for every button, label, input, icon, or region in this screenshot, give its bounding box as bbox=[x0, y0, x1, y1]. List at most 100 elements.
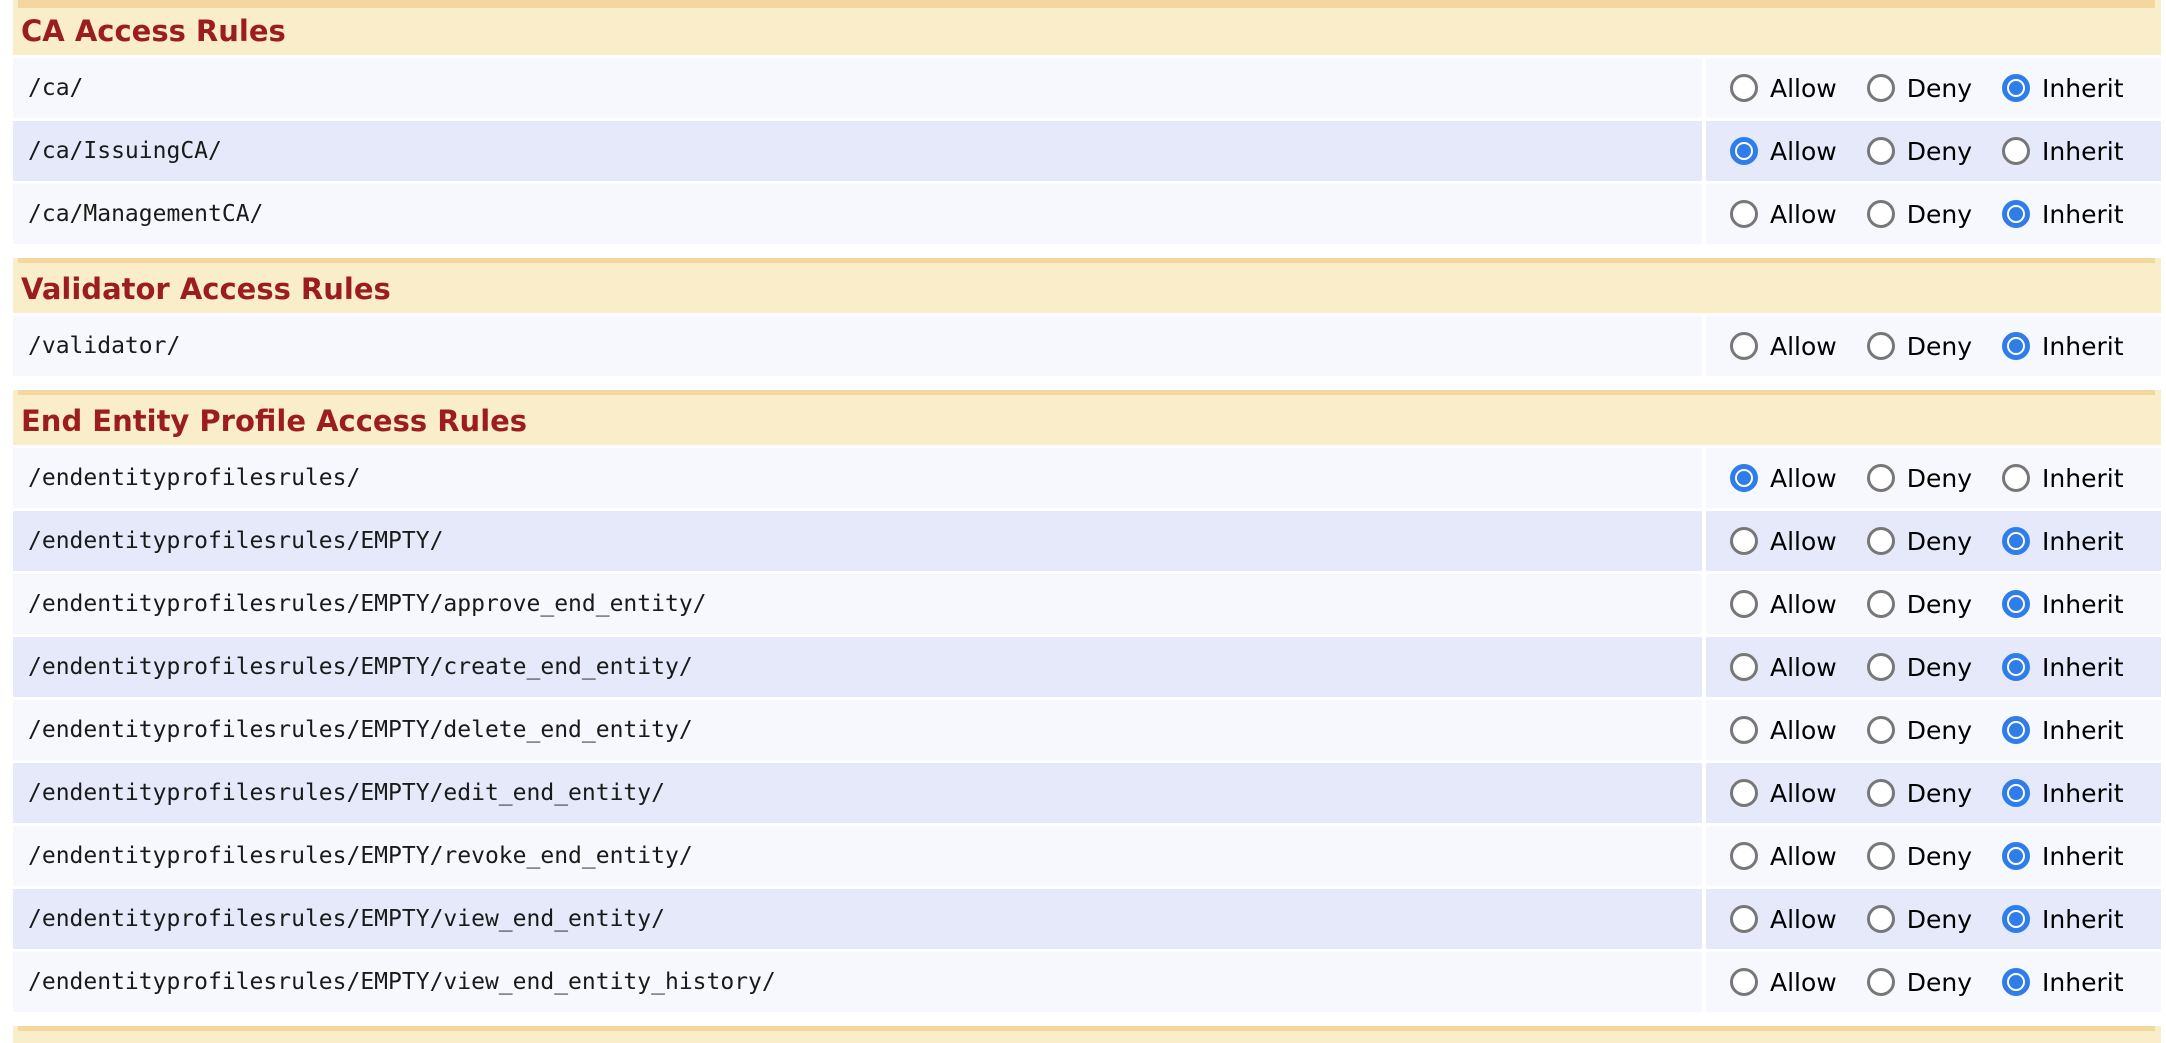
radio-button-inherit[interactable] bbox=[2002, 653, 2030, 681]
inherit-label[interactable]: Inherit bbox=[2042, 137, 2123, 166]
deny-label[interactable]: Deny bbox=[1907, 716, 1972, 745]
radio-button-inherit[interactable] bbox=[2002, 842, 2030, 870]
inherit-option[interactable]: Inherit bbox=[2002, 905, 2123, 934]
deny-label[interactable]: Deny bbox=[1907, 74, 1972, 103]
radio-button-inherit[interactable] bbox=[2002, 74, 2030, 102]
allow-label[interactable]: Allow bbox=[1770, 332, 1837, 361]
inherit-label[interactable]: Inherit bbox=[2042, 842, 2123, 871]
radio-button-inherit[interactable] bbox=[2002, 968, 2030, 996]
radio-button-deny[interactable] bbox=[1867, 464, 1895, 492]
allow-option[interactable]: Allow bbox=[1730, 653, 1837, 682]
radio-button-allow[interactable] bbox=[1730, 74, 1758, 102]
deny-option[interactable]: Deny bbox=[1867, 464, 1972, 493]
inherit-option[interactable]: Inherit bbox=[2002, 527, 2123, 556]
radio-button-deny[interactable] bbox=[1867, 74, 1895, 102]
radio-button-allow[interactable] bbox=[1730, 527, 1758, 555]
radio-button-allow[interactable] bbox=[1730, 905, 1758, 933]
inherit-option[interactable]: Inherit bbox=[2002, 653, 2123, 682]
inherit-label[interactable]: Inherit bbox=[2042, 968, 2123, 997]
allow-option[interactable]: Allow bbox=[1730, 779, 1837, 808]
radio-button-inherit[interactable] bbox=[2002, 332, 2030, 360]
deny-option[interactable]: Deny bbox=[1867, 905, 1972, 934]
deny-option[interactable]: Deny bbox=[1867, 968, 1972, 997]
radio-button-deny[interactable] bbox=[1867, 968, 1895, 996]
inherit-label[interactable]: Inherit bbox=[2042, 779, 2123, 808]
deny-label[interactable]: Deny bbox=[1907, 653, 1972, 682]
radio-button-inherit[interactable] bbox=[2002, 905, 2030, 933]
deny-option[interactable]: Deny bbox=[1867, 779, 1972, 808]
deny-label[interactable]: Deny bbox=[1907, 968, 1972, 997]
allow-label[interactable]: Allow bbox=[1770, 716, 1837, 745]
allow-label[interactable]: Allow bbox=[1770, 464, 1837, 493]
allow-label[interactable]: Allow bbox=[1770, 527, 1837, 556]
allow-option[interactable]: Allow bbox=[1730, 464, 1837, 493]
radio-button-allow[interactable] bbox=[1730, 137, 1758, 165]
inherit-option[interactable]: Inherit bbox=[2002, 590, 2123, 619]
inherit-option[interactable]: Inherit bbox=[2002, 332, 2123, 361]
radio-button-inherit[interactable] bbox=[2002, 527, 2030, 555]
allow-label[interactable]: Allow bbox=[1770, 200, 1837, 229]
allow-label[interactable]: Allow bbox=[1770, 842, 1837, 871]
allow-option[interactable]: Allow bbox=[1730, 716, 1837, 745]
deny-option[interactable]: Deny bbox=[1867, 527, 1972, 556]
radio-button-deny[interactable] bbox=[1867, 716, 1895, 744]
radio-button-inherit[interactable] bbox=[2002, 464, 2030, 492]
inherit-option[interactable]: Inherit bbox=[2002, 842, 2123, 871]
radio-button-allow[interactable] bbox=[1730, 200, 1758, 228]
inherit-label[interactable]: Inherit bbox=[2042, 464, 2123, 493]
allow-label[interactable]: Allow bbox=[1770, 905, 1837, 934]
allow-option[interactable]: Allow bbox=[1730, 590, 1837, 619]
radio-button-deny[interactable] bbox=[1867, 905, 1895, 933]
radio-button-inherit[interactable] bbox=[2002, 590, 2030, 618]
radio-button-allow[interactable] bbox=[1730, 332, 1758, 360]
deny-label[interactable]: Deny bbox=[1907, 464, 1972, 493]
inherit-option[interactable]: Inherit bbox=[2002, 716, 2123, 745]
inherit-label[interactable]: Inherit bbox=[2042, 527, 2123, 556]
allow-option[interactable]: Allow bbox=[1730, 527, 1837, 556]
allow-label[interactable]: Allow bbox=[1770, 779, 1837, 808]
radio-button-allow[interactable] bbox=[1730, 779, 1758, 807]
radio-button-inherit[interactable] bbox=[2002, 779, 2030, 807]
deny-label[interactable]: Deny bbox=[1907, 137, 1972, 166]
radio-button-deny[interactable] bbox=[1867, 527, 1895, 555]
radio-button-deny[interactable] bbox=[1867, 137, 1895, 165]
inherit-label[interactable]: Inherit bbox=[2042, 905, 2123, 934]
inherit-label[interactable]: Inherit bbox=[2042, 200, 2123, 229]
radio-button-allow[interactable] bbox=[1730, 716, 1758, 744]
allow-option[interactable]: Allow bbox=[1730, 332, 1837, 361]
inherit-option[interactable]: Inherit bbox=[2002, 74, 2123, 103]
radio-button-allow[interactable] bbox=[1730, 464, 1758, 492]
deny-option[interactable]: Deny bbox=[1867, 653, 1972, 682]
allow-label[interactable]: Allow bbox=[1770, 653, 1837, 682]
deny-label[interactable]: Deny bbox=[1907, 527, 1972, 556]
deny-option[interactable]: Deny bbox=[1867, 74, 1972, 103]
allow-option[interactable]: Allow bbox=[1730, 137, 1837, 166]
allow-label[interactable]: Allow bbox=[1770, 74, 1837, 103]
allow-option[interactable]: Allow bbox=[1730, 968, 1837, 997]
deny-label[interactable]: Deny bbox=[1907, 200, 1972, 229]
radio-button-deny[interactable] bbox=[1867, 653, 1895, 681]
deny-label[interactable]: Deny bbox=[1907, 779, 1972, 808]
deny-label[interactable]: Deny bbox=[1907, 905, 1972, 934]
allow-option[interactable]: Allow bbox=[1730, 842, 1837, 871]
deny-option[interactable]: Deny bbox=[1867, 137, 1972, 166]
deny-option[interactable]: Deny bbox=[1867, 842, 1972, 871]
allow-label[interactable]: Allow bbox=[1770, 968, 1837, 997]
deny-label[interactable]: Deny bbox=[1907, 842, 1972, 871]
allow-label[interactable]: Allow bbox=[1770, 590, 1837, 619]
deny-option[interactable]: Deny bbox=[1867, 332, 1972, 361]
inherit-label[interactable]: Inherit bbox=[2042, 590, 2123, 619]
deny-label[interactable]: Deny bbox=[1907, 332, 1972, 361]
radio-button-allow[interactable] bbox=[1730, 653, 1758, 681]
radio-button-deny[interactable] bbox=[1867, 842, 1895, 870]
radio-button-inherit[interactable] bbox=[2002, 200, 2030, 228]
allow-option[interactable]: Allow bbox=[1730, 200, 1837, 229]
radio-button-allow[interactable] bbox=[1730, 842, 1758, 870]
inherit-option[interactable]: Inherit bbox=[2002, 464, 2123, 493]
allow-option[interactable]: Allow bbox=[1730, 74, 1837, 103]
radio-button-allow[interactable] bbox=[1730, 590, 1758, 618]
deny-option[interactable]: Deny bbox=[1867, 716, 1972, 745]
inherit-option[interactable]: Inherit bbox=[2002, 137, 2123, 166]
radio-button-deny[interactable] bbox=[1867, 590, 1895, 618]
radio-button-deny[interactable] bbox=[1867, 332, 1895, 360]
